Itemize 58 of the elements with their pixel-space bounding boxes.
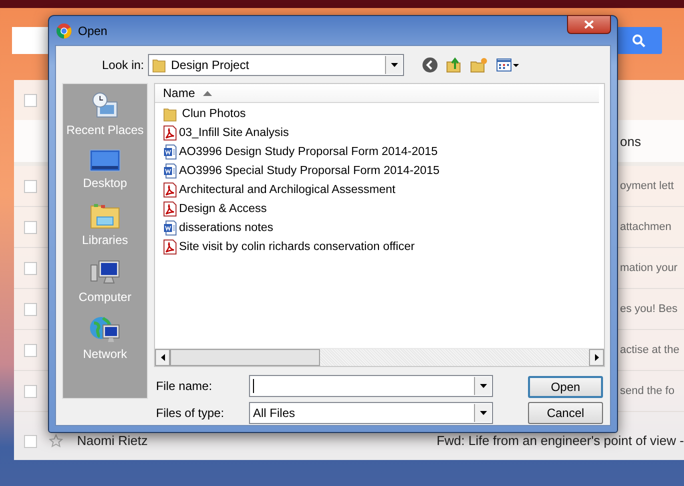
email-snippet: es you! Bes xyxy=(620,303,678,315)
files-of-type-label: Files of type: xyxy=(155,406,226,420)
checkbox[interactable] xyxy=(24,302,37,316)
file-item[interactable]: Design & Access xyxy=(155,199,604,218)
left-arrow-icon xyxy=(160,354,164,361)
name-column-header[interactable]: Name xyxy=(161,86,214,100)
email-snippet: send the fo xyxy=(620,385,676,397)
view-menu-icon[interactable] xyxy=(496,56,520,72)
file-item[interactable]: 03_Infill Site Analysis xyxy=(155,123,604,142)
email-subject: Fwd: Life from an engineer's point of view - xyxy=(436,433,684,448)
file-item[interactable]: AO3996 Special Study Proporsal Form 2014-2015 xyxy=(155,161,604,180)
tab-label[interactable]: ons xyxy=(620,134,684,148)
file-item[interactable]: Site visit by colin richards conservation officer xyxy=(155,237,604,256)
word-file-icon xyxy=(163,144,177,160)
dialog-button[interactable]: Open xyxy=(528,376,603,398)
pdf-file-icon xyxy=(163,182,177,198)
file-name-field[interactable] xyxy=(249,375,493,397)
dialog-title: Open xyxy=(78,24,108,38)
checkbox[interactable] xyxy=(24,220,37,234)
close-button[interactable] xyxy=(567,15,611,34)
chrome-logo-icon xyxy=(56,22,72,38)
new-folder-icon[interactable] xyxy=(470,56,488,72)
file-item[interactable]: Architectural and Archilogical Assessment xyxy=(155,180,604,199)
close-icon xyxy=(584,20,594,29)
email-snippet: attachmen xyxy=(620,221,672,233)
word-file-icon xyxy=(163,162,177,178)
word-file-icon xyxy=(163,220,177,236)
up-folder-icon[interactable] xyxy=(446,56,462,72)
right-arrow-icon xyxy=(594,354,598,361)
folder-icon xyxy=(152,56,166,72)
scroll-left-button[interactable] xyxy=(155,349,170,366)
email-snippet: mation your xyxy=(620,262,678,274)
checkbox[interactable] xyxy=(24,94,37,106)
checkbox[interactable] xyxy=(24,262,37,274)
file-item[interactable]: Clun Photos xyxy=(155,104,604,123)
file-name-label: File name: xyxy=(155,379,214,393)
pdf-file-icon xyxy=(163,238,177,254)
email-snippet: actise at the xyxy=(620,344,680,356)
scroll-right-button[interactable] xyxy=(589,349,604,366)
email-snippet: oyment lett xyxy=(620,180,675,192)
search-button[interactable] xyxy=(615,27,662,54)
file-item[interactable]: AO3996 Design Study Proporsal Form 2014-2015 xyxy=(155,142,604,161)
look-in-dropdown[interactable]: Design Project xyxy=(148,54,404,76)
checkbox[interactable] xyxy=(24,435,37,448)
file-item[interactable]: disserations notes xyxy=(155,218,604,237)
folder-icon xyxy=(163,106,177,122)
search-icon xyxy=(632,34,646,48)
email-sender: Naomi Rietz xyxy=(76,433,149,448)
pdf-file-icon xyxy=(163,200,177,216)
checkbox[interactable] xyxy=(24,384,37,398)
scrollbar-thumb[interactable] xyxy=(170,349,320,366)
dialog-button[interactable]: Cancel xyxy=(528,402,603,424)
look-in-label: Look in: xyxy=(100,58,145,72)
pdf-file-icon xyxy=(163,124,177,140)
files-of-type-dropdown[interactable]: All Files xyxy=(249,402,493,424)
checkbox[interactable] xyxy=(24,180,37,192)
checkbox[interactable] xyxy=(24,344,37,356)
star-icon[interactable] xyxy=(48,434,63,448)
